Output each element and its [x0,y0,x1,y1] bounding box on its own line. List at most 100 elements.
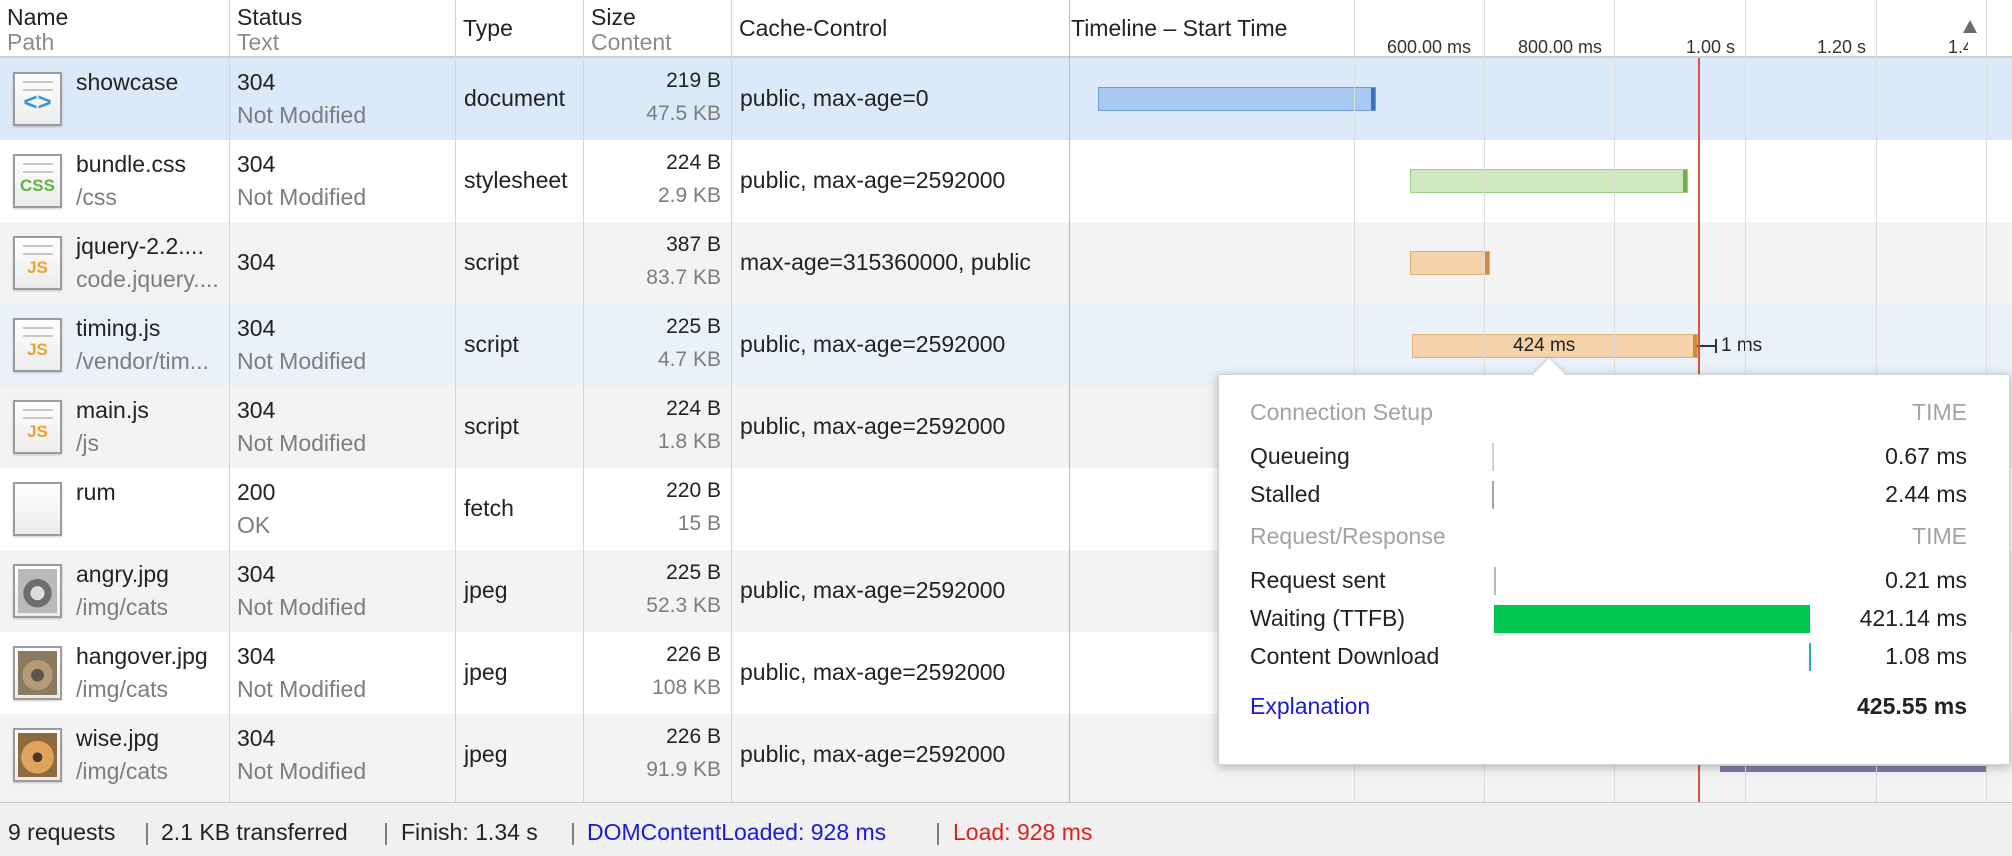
timeline-tick-label: 800.00 ms [1518,37,1603,57]
queueing-label: Queueing [1250,443,1350,469]
status-text: Not Modified [237,184,367,210]
type-cell: jpeg [456,550,583,632]
name-cell: wise.jpg /img/cats [0,714,229,796]
request-name: bundle.css [76,151,186,177]
request-row[interactable]: CSS bundle.css /css 304 Not Modified sty… [0,140,2012,222]
time-column-label: TIME [1912,399,1967,425]
queueing-value: 0.67 ms [1885,443,1967,469]
cache-control-column-header[interactable]: Cache-Control [732,0,1069,58]
cache-control-value: public, max-age=2592000 [740,577,1006,603]
type-cell: jpeg [456,714,583,796]
resource-type: jpeg [464,577,508,603]
timing-popover: Connection Setup TIME Queueing 0.67 ms S… [1218,374,2010,765]
type-column-header[interactable]: Type [456,0,583,58]
resource-type: script [464,331,519,357]
name-column-header[interactable]: Name Path [0,0,229,58]
stalled-value: 2.44 ms [1885,481,1967,507]
request-count: 9 requests [8,819,116,845]
content-download-bar [1809,643,1811,671]
type-cell: script [456,222,583,304]
timeline-bar-stylesheet[interactable] [1410,169,1688,193]
request-name: angry.jpg [76,561,169,587]
cache-control-value: max-age=315360000, public [740,249,1031,275]
content-size: 4.7 KB [657,348,721,371]
finish-time: Finish: 1.34 s [401,819,538,845]
domcontentloaded-time: DOMContentLoaded: 928 ms [587,819,887,845]
content-size: 108 KB [652,676,721,699]
cache-control-cell: public, max-age=2592000 [732,386,1069,468]
status-cell: 304 Not Modified [230,140,455,222]
transfer-size: 225 B [666,561,721,584]
explanation-link[interactable]: Explanation [1250,693,1370,720]
time-column-label: TIME [1912,523,1967,549]
size-cell: 220 B 15 B [584,468,731,550]
size-header-label: Size [591,4,636,30]
timeline-bar-script[interactable] [1410,251,1490,275]
request-name: wise.jpg [76,725,160,751]
resource-type: jpeg [464,741,508,767]
status-text: Not Modified [237,758,367,784]
name-cell: <> showcase [0,58,229,140]
request-path: /img/cats [76,594,169,620]
request-name: jquery-2.2.... [76,233,204,259]
cache-control-cell: public, max-age=0 [732,58,1069,140]
transfer-size: 387 B [666,233,721,256]
size-cell: 224 B 1.8 KB [584,386,731,468]
cache-control-value: public, max-age=2592000 [740,659,1006,685]
status-cell: 304 [230,222,455,304]
type-cell: document [456,58,583,140]
status-cell: 200 OK [230,468,455,550]
resource-type: fetch [464,495,514,521]
type-cell: fetch [456,468,583,550]
total-time-value: 425.55 ms [1857,693,1967,719]
status-code: 304 [237,249,276,275]
size-cell: 219 B 47.5 KB [584,58,731,140]
column-divider[interactable] [583,0,584,802]
request-name: main.js [76,397,149,423]
status-code: 304 [237,725,276,751]
cache-control-cell: public, max-age=2592000 [732,550,1069,632]
status-column-header[interactable]: Status Text [230,0,455,58]
request-path: /css [76,184,117,210]
type-cell: stylesheet [456,140,583,222]
request-row[interactable]: JS jquery-2.2.... code.jquery.... 304 sc… [0,222,2012,304]
resource-type: stylesheet [464,167,568,193]
request-row[interactable]: <> showcase 304 Not Modified document 21… [0,58,2012,140]
transfer-size: 225 B [666,315,721,338]
size-column-header[interactable]: Size Content [584,0,731,58]
waiting-ttfb-label: Waiting (TTFB) [1250,605,1406,631]
status-code: 200 [237,479,276,505]
stalled-bar [1492,481,1494,509]
size-cell: 387 B 83.7 KB [584,222,731,304]
transfer-size: 224 B [666,151,721,174]
content-size: 1.8 KB [657,430,721,453]
type-header-label: Type [463,15,513,41]
status-text: Not Modified [237,676,367,702]
cache-control-cell: public, max-age=2592000 [732,304,1069,386]
column-divider[interactable] [455,0,456,802]
image-thumbnail-icon [13,646,62,700]
status-code: 304 [237,397,276,423]
timeline-bar-document[interactable] [1098,87,1376,111]
status-header-label: Status [237,4,303,30]
path-header-label: Path [7,29,55,55]
timeline-bar-image[interactable] [1720,766,1986,772]
column-divider[interactable] [731,0,732,802]
status-cell: 304 Not Modified [230,632,455,714]
sort-ascending-icon[interactable] [1963,20,1977,33]
content-size: 91.9 KB [646,758,721,781]
resource-type: document [464,85,566,111]
cache-control-value: public, max-age=2592000 [740,167,1006,193]
waiting-ttfb-value: 421.14 ms [1859,605,1967,631]
column-divider[interactable] [1069,0,1070,802]
timeline-tick-label: 1.20 s [1817,37,1867,57]
request-path: code.jquery.... [76,266,219,292]
document-icon: <> [13,72,62,126]
type-cell: script [456,304,583,386]
cache-control-value: public, max-age=2592000 [740,741,1006,767]
status-code: 304 [237,151,276,177]
column-divider[interactable] [229,0,230,802]
cache-control-cell [732,468,1069,550]
request-path: /vendor/tim... [76,348,209,374]
status-text: Not Modified [237,348,367,374]
